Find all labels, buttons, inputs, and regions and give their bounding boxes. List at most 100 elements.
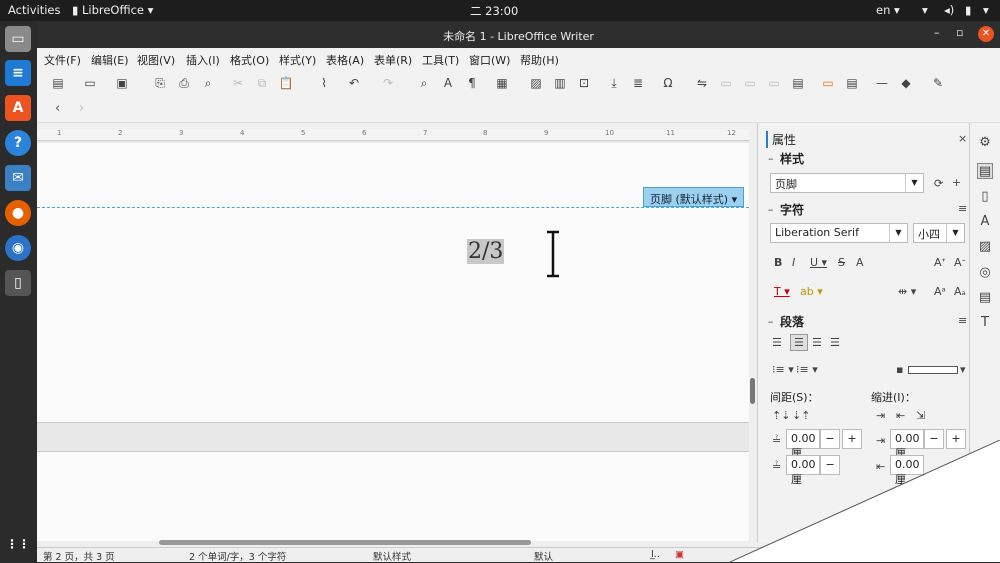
new-document-icon[interactable]: ▤ bbox=[49, 74, 67, 92]
export-pdf-icon[interactable]: ⎘ bbox=[151, 74, 169, 92]
navigator-deck-icon[interactable]: ◎ bbox=[977, 265, 993, 281]
files-icon[interactable]: ▭ bbox=[5, 26, 31, 52]
insert-mode-icon[interactable]: I̲.. bbox=[651, 549, 660, 560]
sidebar-settings-icon[interactable]: ⚙ bbox=[977, 135, 993, 151]
decrease-indent-icon[interactable]: ⇤ bbox=[896, 409, 905, 422]
properties-deck-icon[interactable]: ▤ bbox=[977, 163, 993, 179]
character-spacing-icon[interactable]: ⇹ ▾ bbox=[898, 285, 916, 298]
activities-button[interactable]: Activities bbox=[8, 3, 60, 17]
horizontal-scroll-thumb[interactable] bbox=[159, 540, 531, 545]
forward-chevron-icon[interactable]: › bbox=[79, 101, 84, 116]
font-color-icon[interactable]: T ▾ bbox=[774, 285, 790, 298]
font-name-select[interactable]: Liberation Serif ▼ bbox=[770, 223, 908, 243]
status-page-style[interactable]: 默认样式 bbox=[373, 549, 411, 563]
copy-icon[interactable]: ⧉ bbox=[253, 74, 271, 92]
insert-field-icon[interactable]: ≣ bbox=[629, 74, 647, 92]
undo-icon[interactable]: ↶ bbox=[345, 74, 363, 92]
menu-table[interactable]: 表格(A) bbox=[326, 52, 364, 68]
page-break-icon[interactable]: ⤓ bbox=[605, 74, 623, 92]
footnote-icon[interactable]: ▭ bbox=[717, 74, 735, 92]
minimize-icon[interactable]: – bbox=[934, 26, 940, 39]
menu-form[interactable]: 表单(R) bbox=[374, 52, 412, 68]
software-center-icon[interactable]: A bbox=[5, 95, 31, 121]
collapse-paragraph-icon[interactable]: – bbox=[768, 315, 774, 328]
open-icon[interactable]: ▭ bbox=[81, 74, 99, 92]
app-menu-button[interactable]: ▮ LibreOffice ▾ bbox=[72, 3, 153, 17]
shrink-font-icon[interactable]: Aᐨ bbox=[954, 256, 966, 269]
close-sidebar-icon[interactable]: × bbox=[958, 132, 967, 145]
cross-reference-icon[interactable]: ▤ bbox=[789, 74, 807, 92]
menu-format[interactable]: 格式(O) bbox=[230, 52, 269, 68]
menu-styles[interactable]: 样式(Y) bbox=[279, 52, 316, 68]
status-page-count[interactable]: 第 2 页，共 3 页 bbox=[43, 549, 115, 563]
decrease-spacing-icon[interactable]: ⇣⇡ bbox=[792, 409, 810, 422]
menu-window[interactable]: 窗口(W) bbox=[469, 52, 510, 68]
underline-icon[interactable]: U ▾ bbox=[810, 256, 827, 269]
special-character-icon[interactable]: Ω bbox=[659, 74, 677, 92]
numbering-icon[interactable]: ⁝≡ ▾ bbox=[796, 363, 818, 376]
battery-icon[interactable]: ▮ bbox=[965, 3, 971, 17]
align-left-icon[interactable]: ☰ bbox=[772, 336, 782, 349]
status-language[interactable]: 默认 bbox=[534, 549, 553, 563]
insert-image-icon[interactable]: ▨ bbox=[527, 74, 545, 92]
menu-view[interactable]: 视图(V) bbox=[137, 52, 175, 68]
new-style-icon[interactable]: + bbox=[952, 176, 961, 189]
footer-style-tag[interactable]: 页脚 (默认样式) ▾ bbox=[643, 187, 745, 207]
collapse-styles-icon[interactable]: – bbox=[768, 152, 774, 165]
comment-icon[interactable]: ▭ bbox=[819, 74, 837, 92]
superscript-icon[interactable]: Aᵃ bbox=[934, 285, 946, 298]
gallery-deck-icon[interactable]: ▨ bbox=[977, 239, 993, 255]
design-deck-icon[interactable]: T bbox=[977, 315, 993, 331]
paragraph-section-header[interactable]: 段落 bbox=[780, 313, 804, 330]
basic-shapes-icon[interactable]: ◆ bbox=[897, 74, 915, 92]
align-right-icon[interactable]: ☰ bbox=[812, 336, 822, 349]
vertical-scroll-thumb[interactable] bbox=[750, 378, 755, 404]
character-section-header[interactable]: 字符 bbox=[780, 201, 804, 218]
formatting-marks-icon[interactable]: ¶ bbox=[463, 74, 481, 92]
track-changes-icon[interactable]: ▤ bbox=[843, 74, 861, 92]
endnote-icon[interactable]: ▭ bbox=[741, 74, 759, 92]
increase-indent-icon[interactable]: ⇥ bbox=[876, 409, 885, 422]
background-color-swatch[interactable] bbox=[908, 366, 958, 374]
paragraph-style-select[interactable]: 页脚 ▼ bbox=[770, 173, 924, 193]
background-color-icon[interactable]: ▪ bbox=[896, 363, 903, 376]
insert-line-icon[interactable]: — bbox=[873, 74, 891, 92]
draw-functions-icon[interactable]: ✎ bbox=[929, 74, 947, 92]
horizontal-ruler[interactable]: 1234 5678 9 10 11 12 bbox=[37, 129, 749, 141]
volume-icon[interactable]: ◂) bbox=[944, 3, 954, 17]
justify-icon[interactable]: ☰ bbox=[830, 336, 840, 349]
strikethrough-icon[interactable]: S bbox=[838, 256, 845, 269]
update-style-icon[interactable]: ⟳ bbox=[934, 177, 943, 190]
close-icon[interactable]: ✕ bbox=[978, 26, 994, 42]
paragraph-more-options-icon[interactable]: ≡ bbox=[958, 314, 967, 327]
help-icon[interactable]: ? bbox=[5, 130, 31, 156]
bold-icon[interactable]: B bbox=[774, 256, 782, 269]
menu-file[interactable]: 文件(F) bbox=[44, 52, 81, 68]
next-page[interactable] bbox=[37, 451, 749, 541]
hyperlink-icon[interactable]: ⇋ bbox=[693, 74, 711, 92]
mail-icon[interactable]: ✉ bbox=[5, 165, 31, 191]
system-menu-chevron-icon[interactable]: ▾ bbox=[983, 3, 989, 17]
font-size-select[interactable]: 小四 ▼ bbox=[913, 223, 965, 243]
document-icon[interactable]: ▯ bbox=[5, 270, 31, 296]
manage-changes-deck-icon[interactable]: ▤ bbox=[977, 290, 993, 306]
redo-icon[interactable]: ↷ bbox=[379, 74, 397, 92]
insert-chart-icon[interactable]: ▥ bbox=[551, 74, 569, 92]
spelling-icon[interactable]: A bbox=[439, 74, 457, 92]
print-preview-icon[interactable]: ⌕ bbox=[199, 74, 217, 92]
menu-help[interactable]: 帮助(H) bbox=[520, 52, 559, 68]
chromium-icon[interactable]: ◉ bbox=[5, 235, 31, 261]
back-chevron-icon[interactable]: ‹ bbox=[55, 101, 60, 116]
menu-insert[interactable]: 插入(I) bbox=[186, 52, 220, 68]
menu-edit[interactable]: 编辑(E) bbox=[91, 52, 129, 68]
character-more-options-icon[interactable]: ≡ bbox=[958, 202, 967, 215]
language-indicator[interactable]: en ▾ bbox=[876, 3, 900, 17]
find-replace-icon[interactable]: ⌕ bbox=[415, 74, 433, 92]
maximize-icon[interactable]: ▫ bbox=[956, 26, 963, 39]
chevron-down-icon[interactable]: ▾ bbox=[960, 363, 966, 376]
status-word-count[interactable]: 2 个单词/字，3 个字符 bbox=[189, 549, 286, 563]
menu-tools[interactable]: 工具(T) bbox=[422, 52, 459, 68]
page-deck-icon[interactable]: ▯ bbox=[977, 189, 993, 205]
bullets-icon[interactable]: ⁝≡ ▾ bbox=[772, 363, 794, 376]
document-modified-icon[interactable]: ▣ bbox=[675, 549, 684, 560]
